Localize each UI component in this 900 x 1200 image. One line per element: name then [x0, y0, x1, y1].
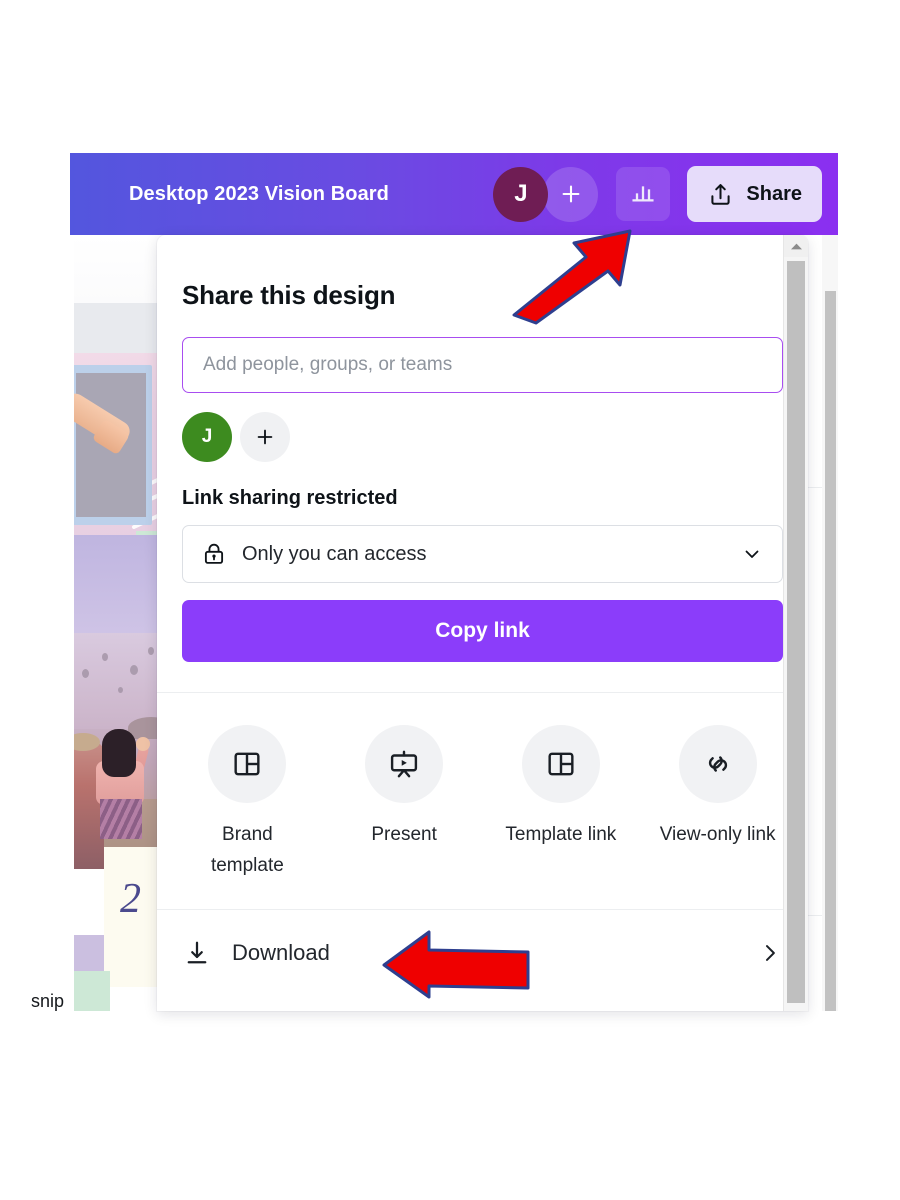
photo-sky: [74, 633, 170, 729]
quick-action-template-link[interactable]: Template link: [483, 725, 640, 882]
quick-action-present[interactable]: Present: [326, 725, 483, 882]
canvas-lilac-block: [74, 935, 106, 975]
share-button[interactable]: Share: [687, 166, 822, 222]
link-sharing-label: Link sharing restricted: [182, 487, 398, 509]
canvas-mint-block-2: [74, 971, 110, 1011]
canva-editor-window: 2 Desktop 2023 Vision Board J Share Shar…: [70, 153, 838, 1011]
quick-action-icon-wrap: [678, 725, 757, 803]
canvas-script-letter: 2: [120, 876, 141, 922]
quick-action-icon-wrap: [365, 725, 444, 803]
chevron-down-icon: [745, 550, 759, 558]
plus-icon: [257, 429, 273, 445]
photo-balloon: [118, 687, 123, 693]
chevron-right-icon: [765, 944, 775, 961]
photo-balloon: [102, 653, 108, 661]
avatar-initial: J: [514, 180, 528, 207]
brand-template-icon: [234, 752, 260, 776]
insights-button[interactable]: [616, 167, 671, 221]
quick-actions-row: Brand template Present Template link Vie…: [157, 693, 808, 882]
quick-action-view-only-link[interactable]: View-only link: [639, 725, 796, 882]
download-label: Download: [232, 939, 330, 965]
access-level-value: Only you can access: [242, 542, 427, 565]
quick-action-brand-template[interactable]: Brand template: [169, 725, 326, 882]
avatar[interactable]: J: [493, 166, 549, 222]
share-button-label: Share: [746, 182, 802, 205]
present-icon: [391, 750, 418, 778]
design-thumbnail-strip: 2: [74, 235, 170, 1011]
plus-icon: [562, 185, 580, 203]
collaborator-avatar[interactable]: J: [182, 412, 232, 462]
canvas-gray-block: [74, 303, 170, 360]
canvas-photo-people: [74, 633, 170, 869]
add-collaborator-button[interactable]: [240, 412, 290, 462]
people-search-input[interactable]: Add people, groups, or teams: [182, 337, 783, 393]
download-icon: [187, 941, 207, 963]
annotation-arrow-left: [382, 930, 530, 999]
editor-top-bar: Desktop 2023 Vision Board J Share: [70, 153, 838, 235]
quick-action-icon-wrap: [521, 725, 600, 803]
view-only-link-icon: [708, 756, 727, 772]
copy-link-button[interactable]: Copy link: [182, 600, 783, 662]
photo-balloon: [148, 647, 154, 655]
quick-action-label: Brand template: [210, 824, 284, 876]
lock-icon: [204, 543, 224, 564]
access-level-select[interactable]: Only you can access: [182, 525, 783, 583]
photo-hand: [136, 737, 150, 751]
photo-balloon: [130, 665, 138, 675]
scrollbar-up-button[interactable]: [784, 235, 808, 257]
quick-action-label: Template link: [505, 824, 617, 845]
quick-action-icon-wrap: [208, 725, 287, 803]
bar-chart-icon: [632, 186, 654, 202]
add-collaborator-button[interactable]: [543, 166, 599, 222]
caret-up-icon: [790, 243, 802, 249]
share-panel-title: Share this design: [182, 280, 396, 310]
collaborators-row: J: [182, 412, 783, 462]
share-popover: Share this design Add people, groups, or…: [157, 235, 808, 1011]
top-bar-actions: J Share: [493, 166, 822, 222]
design-title[interactable]: Desktop 2023 Vision Board: [129, 183, 389, 206]
canvas-lavender-block: [74, 535, 170, 637]
people-search-placeholder: Add people, groups, or teams: [203, 354, 453, 375]
quick-action-label: Present: [371, 824, 437, 845]
template-link-icon: [548, 752, 574, 776]
photo-person-right-hair: [102, 729, 136, 777]
photo-balloon: [82, 669, 89, 678]
copy-link-label: Copy link: [435, 619, 530, 642]
collaborator-initial: J: [201, 426, 213, 447]
share-panel-body: Share this design Add people, groups, or…: [157, 235, 808, 662]
snip-caption: snip: [31, 991, 65, 1011]
upload-share-icon: [711, 183, 731, 205]
share-panel-scrollbar-thumb[interactable]: [787, 261, 805, 1003]
share-panel-scrollbar-track[interactable]: [783, 235, 808, 1011]
annotation-arrow-up-right: [512, 229, 632, 325]
photo-person-right-skirt: [100, 799, 142, 839]
canvas-white-block: [74, 235, 170, 303]
editor-scrollbar-thumb[interactable]: [825, 291, 836, 1011]
quick-action-label: View-only link: [659, 824, 776, 845]
